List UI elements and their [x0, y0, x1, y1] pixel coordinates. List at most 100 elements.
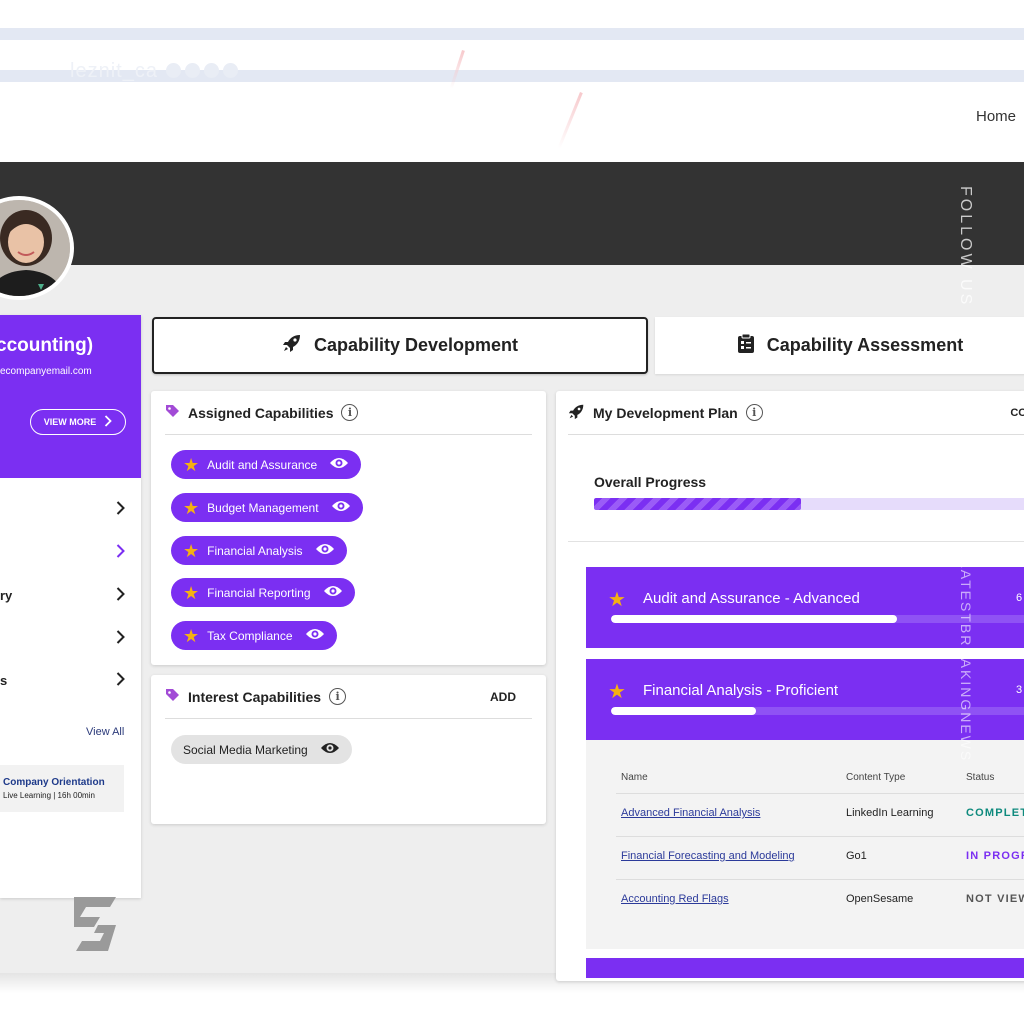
view-all-link[interactable]: View All — [86, 726, 124, 738]
status-badge: NOT VIEW — [966, 893, 1024, 905]
sidebar-item-active[interactable] — [0, 533, 141, 573]
plan-capability-bar-partial[interactable] — [586, 958, 1024, 978]
card-title: Assigned Capabilities — [188, 404, 334, 421]
plan-capability-percent: 3 — [1016, 684, 1023, 696]
eye-icon[interactable] — [323, 584, 343, 601]
course-title: Company Orientation — [3, 777, 105, 788]
content-link[interactable]: Financial Forecasting and Modeling — [621, 850, 795, 862]
eye-icon[interactable] — [320, 741, 340, 758]
interest-capabilities-card: Interest Capabilities i ADD Social Media… — [151, 675, 546, 824]
development-plan-card: My Development Plan i COM Overall Progre… — [556, 391, 1024, 981]
profile-card: ccounting) ecompanyemail.com VIEW MORE — [0, 315, 141, 478]
tab-label: Capability Assessment — [766, 335, 964, 355]
clipboard-icon — [737, 333, 755, 358]
capability-pill[interactable]: ★ Financial Reporting — [171, 578, 355, 607]
plan-capability-percent: 6 — [1016, 592, 1023, 604]
capability-label: Audit and Assurance — [207, 457, 318, 472]
profile-banner — [0, 162, 1024, 265]
top-stripe — [0, 28, 1024, 40]
info-icon[interactable]: i — [745, 404, 763, 421]
rocket-icon — [568, 403, 585, 423]
sidebar-item[interactable]: ry — [0, 576, 141, 616]
capability-progress-fill — [611, 707, 757, 715]
rocket-icon — [282, 333, 302, 358]
plan-capability-title: Audit and Assurance - Advanced — [643, 590, 860, 607]
sidebar-item[interactable]: s — [0, 661, 141, 701]
page: leznit_ca Home ccounting) ecompanyemail.… — [0, 0, 1024, 1024]
capability-pill[interactable]: ★ Budget Management — [171, 493, 363, 522]
eye-icon[interactable] — [305, 627, 325, 644]
card-title: My Development Plan — [593, 404, 738, 421]
overall-progress-fill — [594, 498, 801, 510]
chevron-right-icon — [116, 587, 125, 606]
content-type: OpenSesame — [846, 893, 914, 905]
content-link[interactable]: Accounting Red Flags — [621, 893, 729, 905]
capability-label: Financial Reporting — [207, 585, 311, 600]
table-divider — [616, 879, 1024, 880]
capability-pill[interactable]: ★ Audit and Assurance — [171, 450, 362, 479]
chevron-right-icon — [104, 415, 113, 429]
sidebar-item-label: s — [0, 673, 8, 688]
tab-capability-development[interactable]: Capability Development — [152, 317, 648, 374]
content-link[interactable]: Advanced Financial Analysis — [621, 807, 760, 819]
follow-us-overlay: FOLLOW US — [957, 186, 974, 308]
star-icon: ★ — [183, 454, 200, 475]
column-header-name: Name — [621, 772, 648, 783]
overall-progress-bar — [594, 498, 1024, 510]
learning-content-table: Name Content Type Status Advanced Financ… — [586, 740, 1024, 949]
star-icon: ★ — [183, 540, 200, 561]
status-badge: COMPLET — [966, 807, 1024, 819]
sidebar-item[interactable] — [0, 619, 141, 659]
card-header: Assigned Capabilities i — [165, 391, 532, 435]
tag-icon — [165, 688, 180, 706]
star-icon: ★ — [183, 625, 200, 646]
left-sidebar: ccounting) ecompanyemail.com VIEW MORE r… — [0, 315, 141, 898]
plan-capability-title: Financial Analysis - Proficient — [643, 682, 839, 699]
course-meta: Live Learning | 16h 00min — [3, 791, 95, 800]
sidebar-item[interactable] — [0, 490, 141, 530]
info-icon[interactable]: i — [341, 404, 359, 421]
assigned-capabilities-card: Assigned Capabilities i ★ Audit and Assu… — [151, 391, 546, 665]
star-icon: ★ — [183, 497, 200, 518]
latest-news-overlay: LATESTBREAKINGNEWS — [958, 560, 974, 763]
eye-icon[interactable] — [315, 542, 335, 559]
view-more-label: VIEW MORE — [43, 417, 97, 427]
content-type: Go1 — [846, 850, 867, 862]
add-button[interactable]: ADD — [490, 690, 516, 704]
capability-pill[interactable]: ★ Financial Analysis — [171, 536, 347, 565]
column-header-content-type: Content Type — [846, 772, 906, 783]
capability-label: Tax Compliance — [207, 628, 293, 643]
status-badge: IN PROGR — [966, 850, 1024, 862]
brand-text: leznit_ca — [70, 60, 158, 82]
youtube-icon[interactable] — [204, 63, 219, 78]
content-type: LinkedIn Learning — [846, 807, 934, 819]
chevron-right-icon — [116, 672, 125, 691]
chevron-right-icon — [116, 501, 125, 520]
plan-header-action[interactable]: COM — [1010, 407, 1024, 419]
capability-progress-fill — [611, 615, 897, 623]
capability-label: Social Media Marketing — [183, 742, 308, 757]
divider — [568, 541, 1024, 542]
capability-pill[interactable]: ★ Tax Compliance — [171, 621, 337, 650]
tag-icon — [165, 404, 180, 422]
nav-home-link[interactable]: Home — [976, 108, 1016, 125]
interest-pill[interactable]: Social Media Marketing — [171, 735, 352, 764]
chevron-right-icon — [116, 630, 125, 649]
overall-progress-label: Overall Progress — [594, 474, 707, 490]
card-header: Interest Capabilities i ADD — [165, 675, 532, 719]
capability-label: Financial Analysis — [207, 543, 303, 558]
capability-label: Budget Management — [207, 500, 319, 515]
view-more-button[interactable]: VIEW MORE — [30, 409, 126, 435]
course-card[interactable]: Company Orientation Live Learning | 16h … — [0, 765, 124, 812]
eye-icon[interactable] — [331, 499, 351, 516]
tab-label: Capability Development — [313, 335, 519, 355]
table-divider — [616, 836, 1024, 837]
tab-capability-assessment[interactable]: Capability Assessment — [655, 317, 1024, 374]
twitter-icon[interactable] — [185, 63, 200, 78]
sidebar-item-label: ry — [0, 588, 13, 603]
eye-icon[interactable] — [329, 456, 349, 473]
instagram-icon[interactable] — [223, 63, 238, 78]
info-icon[interactable]: i — [329, 688, 347, 705]
facebook-icon[interactable] — [166, 63, 181, 78]
star-icon: ★ — [183, 582, 200, 603]
